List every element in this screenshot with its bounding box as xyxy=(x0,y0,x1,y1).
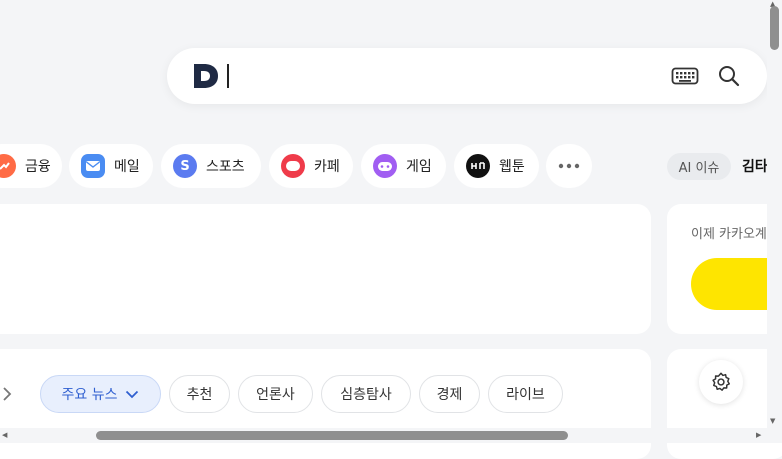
more-shortcuts-button[interactable] xyxy=(546,144,592,188)
tab-label: 심층탐사 xyxy=(340,387,392,403)
scrollbar-corner xyxy=(767,428,782,443)
shortcut-finance[interactable]: 금융 xyxy=(0,144,62,188)
tab-in-depth[interactable]: 심층탐사 xyxy=(321,375,411,413)
cafe-icon xyxy=(281,154,305,178)
main-card xyxy=(0,204,651,334)
keyboard-icon[interactable] xyxy=(671,65,699,87)
ai-issue-text[interactable]: 김타 xyxy=(742,156,768,176)
horizontal-scrollbar[interactable]: ◀ ▶ xyxy=(0,428,767,443)
scroll-left-arrow-icon[interactable]: ◀ xyxy=(2,431,7,440)
search-icon[interactable] xyxy=(717,64,741,88)
tab-label: 추천 xyxy=(186,387,213,403)
shortcut-label: 금융 xyxy=(25,159,51,175)
tab-press[interactable]: 언론사 xyxy=(238,375,313,413)
sports-icon: S xyxy=(173,154,197,178)
scroll-right-arrow-icon[interactable]: ▶ xyxy=(756,431,761,440)
settings-button[interactable] xyxy=(699,360,743,404)
tab-main-news[interactable]: 주요 뉴스 xyxy=(40,375,161,413)
chevron-left-icon[interactable] xyxy=(0,384,14,404)
shortcut-label: 웹툰 xyxy=(499,159,525,175)
shortcut-cafe[interactable]: 카페 xyxy=(269,144,353,188)
shortcut-label: 게임 xyxy=(406,159,432,175)
vertical-scrollbar[interactable]: ▲ ▼ xyxy=(767,0,782,428)
tab-label: 주요 뉴스 xyxy=(61,387,118,403)
tab-label: 라이브 xyxy=(506,387,545,403)
daum-logo xyxy=(194,64,218,88)
text-cursor xyxy=(227,64,229,88)
shortcut-label: 스포츠 xyxy=(206,159,245,175)
shortcut-mail[interactable]: 메일 xyxy=(69,144,153,188)
shortcut-sports[interactable]: S 스포츠 xyxy=(161,144,261,188)
chevron-down-icon xyxy=(126,390,139,398)
more-icon xyxy=(558,163,580,169)
search-bar[interactable] xyxy=(167,48,767,104)
tab-live[interactable]: 라이브 xyxy=(488,375,563,413)
shortcut-label: 카페 xyxy=(314,159,340,175)
ai-issue-badge[interactable]: AI 이슈 xyxy=(667,153,731,180)
shortcut-label: 메일 xyxy=(114,159,140,175)
shortcut-game[interactable]: 게임 xyxy=(361,144,446,188)
vertical-scroll-thumb[interactable] xyxy=(770,6,779,50)
mail-icon xyxy=(81,154,105,178)
gear-icon xyxy=(712,372,730,391)
tab-recommend[interactable]: 추천 xyxy=(169,375,230,413)
shortcut-webtoon[interactable]: 웹툰 xyxy=(454,144,539,188)
finance-icon xyxy=(0,154,16,178)
tab-label: 언론사 xyxy=(256,387,295,403)
scroll-down-arrow-icon[interactable]: ▼ xyxy=(770,417,775,425)
game-icon xyxy=(373,154,397,178)
tab-label: 경제 xyxy=(436,387,463,403)
side-card: 이제 카카오계 xyxy=(667,204,782,334)
webtoon-icon xyxy=(466,154,490,178)
horizontal-scroll-thumb[interactable] xyxy=(96,431,568,440)
tab-economy[interactable]: 경제 xyxy=(419,375,480,413)
search-input[interactable] xyxy=(231,60,655,94)
side-card-title: 이제 카카오계 xyxy=(691,227,767,242)
